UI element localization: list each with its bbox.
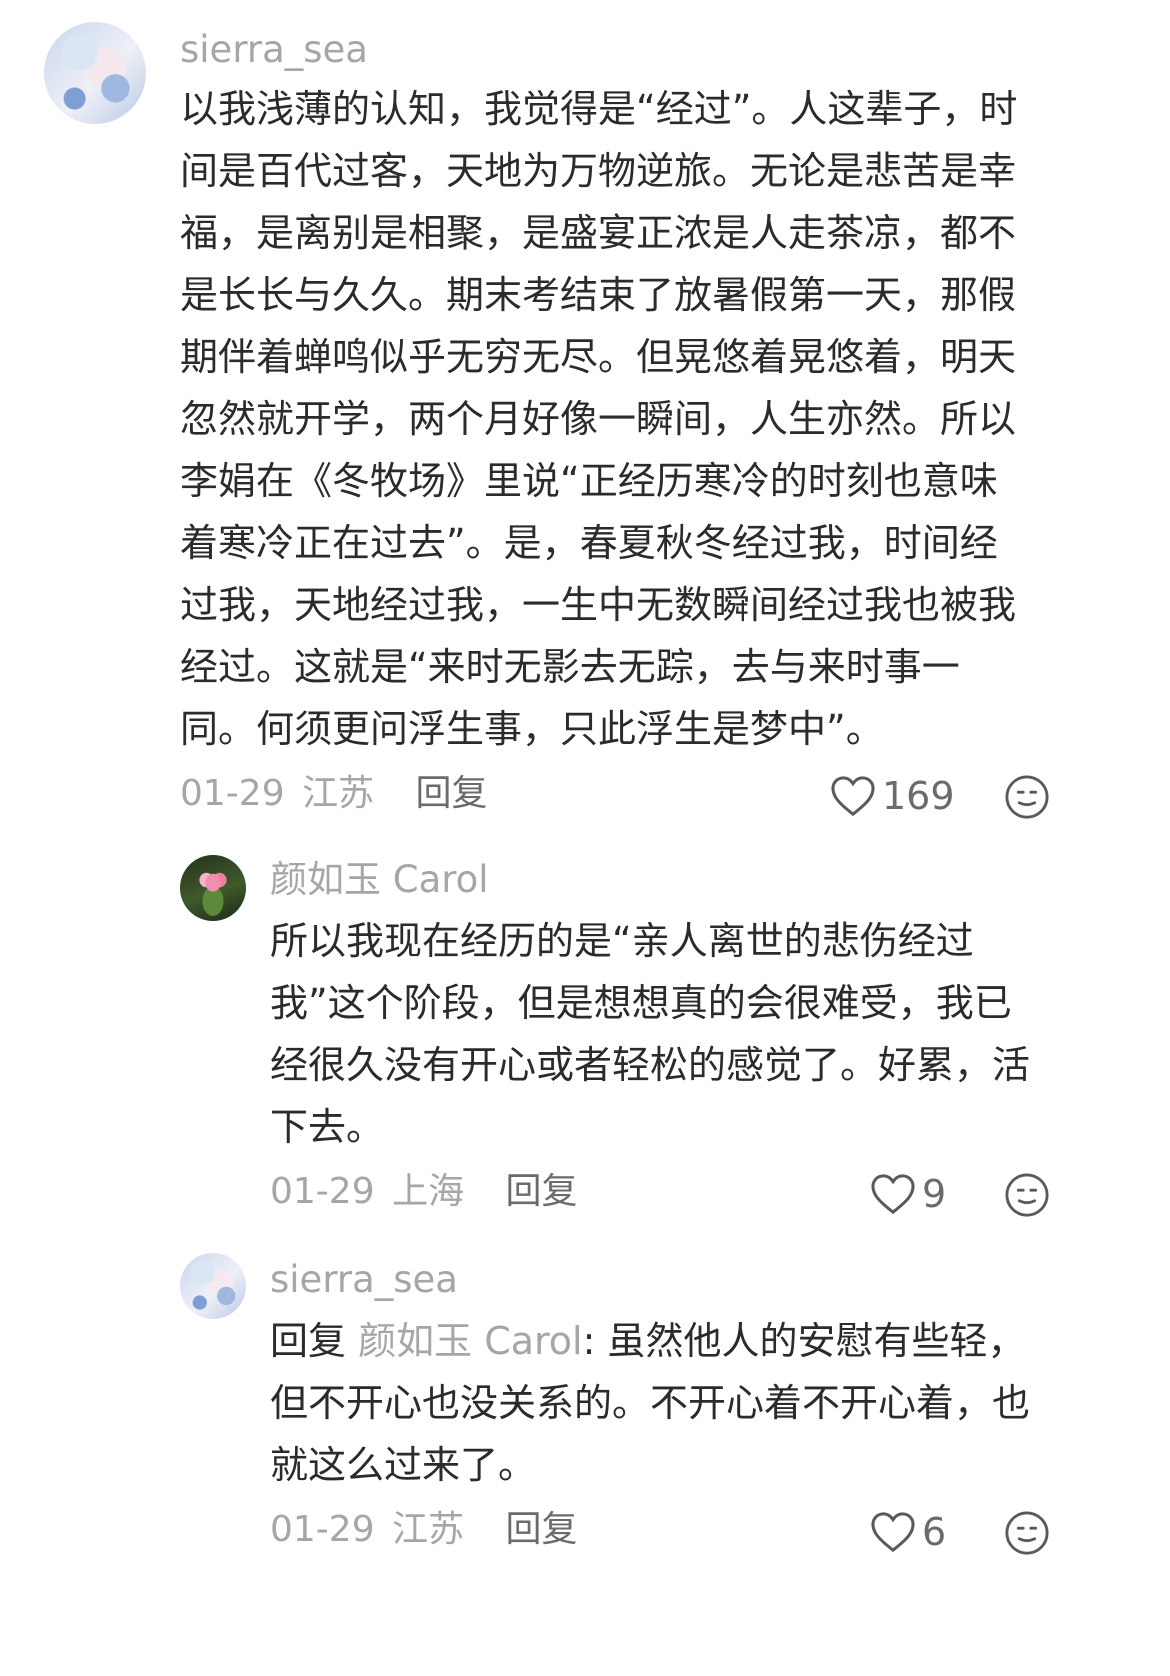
comment-line: 下去。 [270, 1105, 385, 1149]
comment-line: 福，是离别是相聚，是盛宴正浓是人走茶凉，都不 [180, 211, 1017, 255]
comment-line: 期伴着蝉鸣似乎无穷无尽。但晃悠着晃悠着，明天 [180, 335, 1017, 379]
comment-meta: 01-29 上海 回复 [270, 1170, 578, 1214]
heart-icon [831, 776, 875, 817]
like-button[interactable]: 9 [870, 1172, 946, 1216]
heart-icon [871, 1512, 915, 1553]
comment-date: 01-29 [270, 1509, 375, 1550]
comment-line: 是长长与久久。期末考结束了放暑假第一天，那假 [180, 273, 1017, 317]
comment-text: : 虽然他人的安慰有些轻， [582, 1319, 1026, 1363]
reply-button[interactable]: 回复 [506, 1171, 578, 1212]
reply-button[interactable]: 回复 [416, 773, 488, 814]
emoji-reaction-icon[interactable] [1004, 774, 1050, 820]
avatar[interactable] [44, 22, 146, 124]
comment-line: 同。何须更问浮生事，只此浮生是梦中”。 [180, 707, 884, 751]
comment-line: 经过。这就是“来时无影去无踪，去与来时事一 [180, 645, 960, 689]
comment-line: 李娟在《冬牧场》里说“正经历寒冷的时刻也意味 [180, 459, 998, 503]
comment-username[interactable]: sierra_sea [270, 1258, 458, 1302]
comment-line: 着寒冷正在过去”。是，春夏秋冬经过我，时间经 [180, 521, 998, 565]
comment-username[interactable]: sierra_sea [180, 28, 368, 72]
reply-prefix: 回复 [270, 1319, 347, 1363]
comment-line: 经很久没有开心或者轻松的感觉了。好累，活 [270, 1043, 1031, 1087]
comment-body: 所以我现在经历的是“亲人离世的悲伤经过 我”这个阶段，但是想想真的会很难受，我已… [270, 910, 1030, 1158]
like-count: 6 [922, 1510, 947, 1554]
comment-username[interactable]: 颜如玉 Carol [270, 858, 489, 902]
heart-icon [871, 1174, 915, 1215]
comment-line: 忽然就开学，两个月好像一瞬间，人生亦然。所以 [180, 397, 1017, 441]
reply-target-username[interactable]: 颜如玉 Carol [358, 1319, 583, 1363]
comment-line: 所以我现在经历的是“亲人离世的悲伤经过 [270, 919, 974, 963]
comment-line: 以我浅薄的认知，我觉得是“经过”。人这辈子，时 [180, 87, 1018, 131]
comment-line: 但不开心也没关系的。不开心着不开心着，也 [270, 1381, 1031, 1425]
comment-line: 间是百代过客，天地为万物逆旅。无论是悲苦是幸 [180, 149, 1017, 193]
avatar[interactable] [180, 855, 246, 921]
comment-body: 以我浅薄的认知，我觉得是“经过”。人这辈子，时 间是百代过客，天地为万物逆旅。无… [180, 78, 1017, 760]
emoji-reaction-icon[interactable] [1004, 1172, 1050, 1218]
like-count: 169 [882, 774, 955, 818]
comment-location: 江苏 [392, 1509, 465, 1550]
comment-line: 我”这个阶段，但是想想真的会很难受，我已 [270, 981, 1012, 1025]
comment-meta: 01-29 江苏 回复 [180, 772, 488, 816]
comment-meta: 01-29 江苏 回复 [270, 1508, 578, 1552]
like-count: 9 [922, 1172, 947, 1216]
comment-location: 江苏 [302, 773, 375, 814]
avatar[interactable] [180, 1253, 246, 1319]
comment-date: 01-29 [270, 1171, 375, 1212]
reply-button[interactable]: 回复 [506, 1509, 578, 1550]
comment-body: 回复 颜如玉 Carol: 虽然他人的安慰有些轻， 但不开心也没关系的。不开心着… [270, 1310, 1030, 1496]
comment-date: 01-29 [180, 773, 285, 814]
comment-line: 就这么过来了。 [270, 1443, 537, 1487]
comment-location: 上海 [392, 1171, 465, 1212]
like-button[interactable]: 6 [870, 1510, 946, 1554]
comment-line: 回复 颜如玉 Carol: 虽然他人的安慰有些轻， [270, 1310, 1030, 1372]
comment-line: 过我，天地经过我，一生中无数瞬间经过我也被我 [180, 583, 1017, 627]
like-button[interactable]: 169 [830, 774, 955, 818]
emoji-reaction-icon[interactable] [1004, 1510, 1050, 1556]
